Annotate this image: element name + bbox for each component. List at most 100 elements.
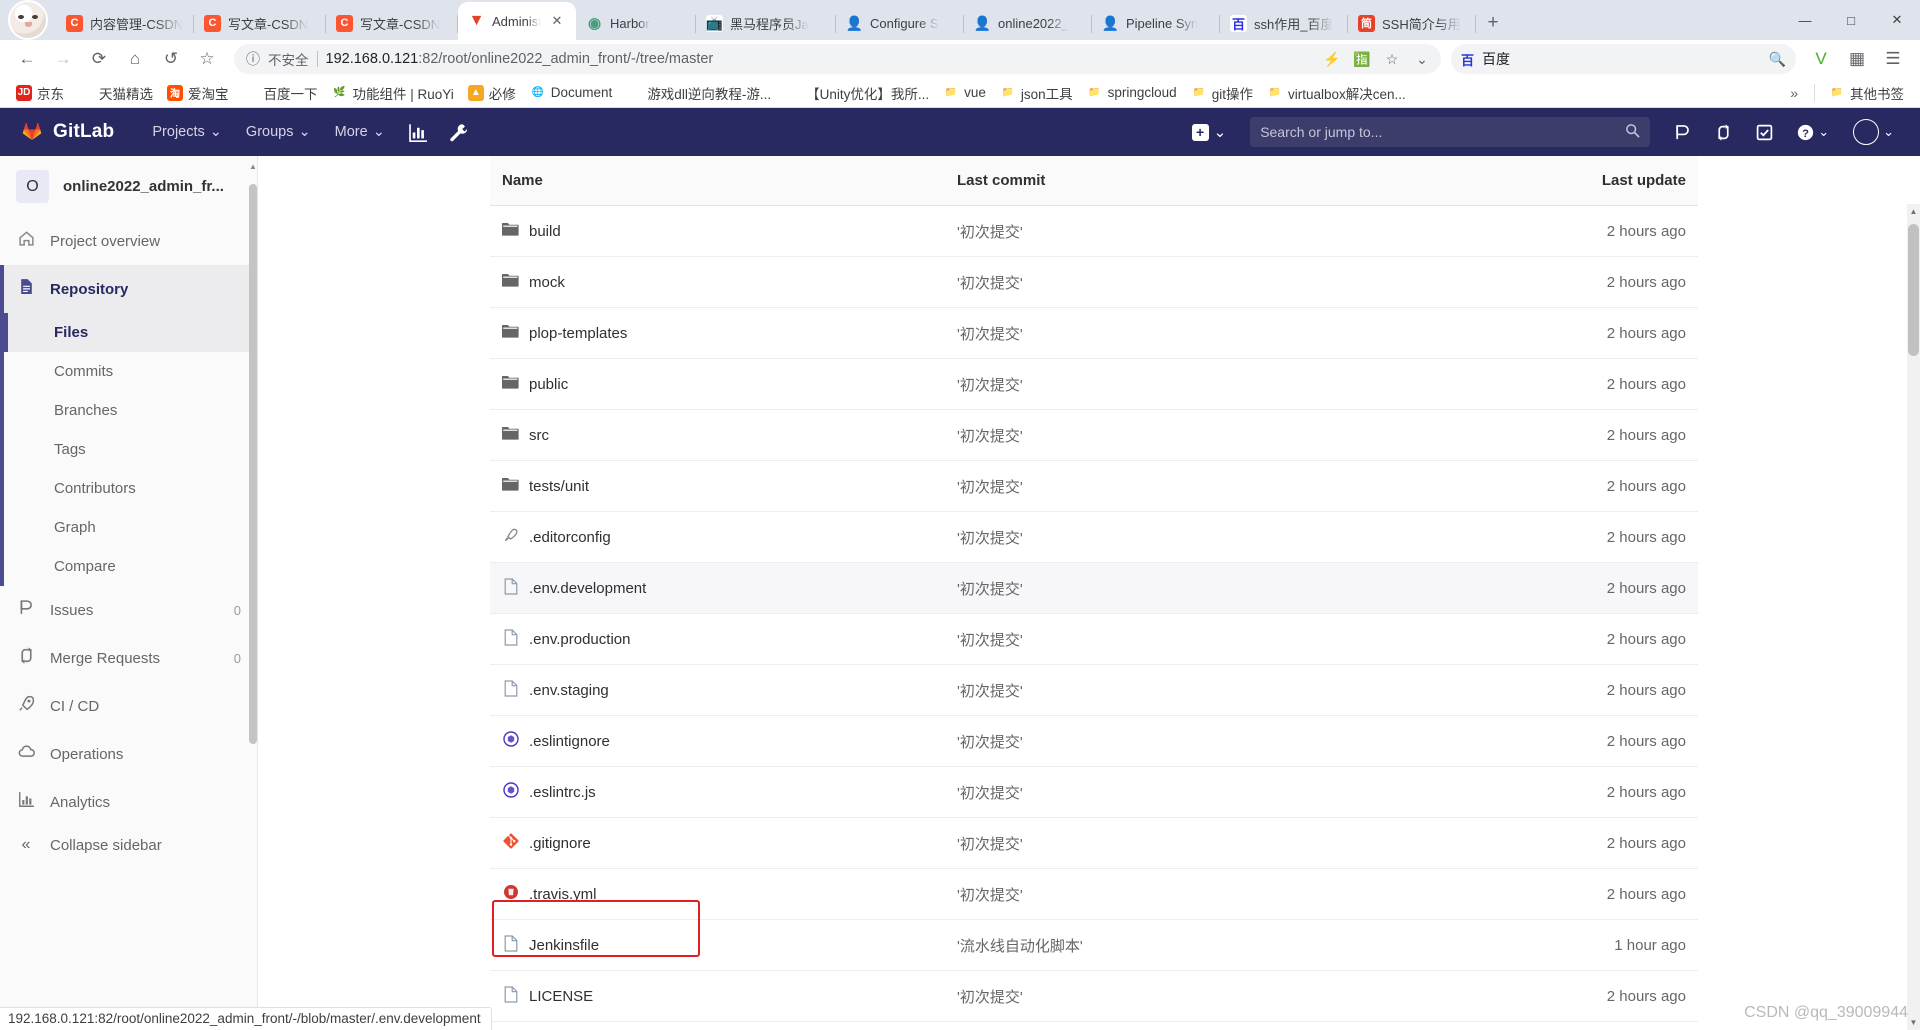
bookmark-item[interactable]: ▲ 必修 — [462, 80, 522, 106]
browser-tab[interactable]: 👤 Pipeline Syn — [1092, 6, 1220, 40]
page-scrollbar[interactable]: ▲ ▼ — [1907, 204, 1920, 1030]
user-menu-button[interactable]: ⌄ — [1841, 108, 1906, 156]
sidebar-item-operations[interactable]: Operations — [0, 730, 257, 778]
analytics-icon[interactable] — [397, 108, 438, 156]
close-window-button[interactable]: ✕ — [1874, 0, 1920, 40]
cell-file-name[interactable]: src — [490, 409, 945, 461]
site-info-icon[interactable]: ⓘ — [246, 49, 260, 69]
bookmark-item[interactable]: & 【Unity优化】我所... — [779, 80, 935, 106]
scroll-up-arrow[interactable]: ▲ — [249, 162, 257, 171]
sidebar-item-tags[interactable]: Tags — [4, 430, 257, 469]
table-row[interactable]: public '初次提交' 2 hours ago — [490, 358, 1698, 410]
sidebar-item-files[interactable]: Files — [4, 313, 257, 352]
back-button[interactable]: ← — [10, 42, 44, 76]
cell-last-commit[interactable]: '初次提交' — [945, 409, 1565, 461]
file-link[interactable]: .env.production — [529, 631, 630, 648]
sidebar-item-commits[interactable]: Commits — [4, 352, 257, 391]
cell-last-commit[interactable]: '初次提交' — [945, 970, 1565, 1022]
cell-file-name[interactable]: .editorconfig — [490, 511, 945, 563]
browser-tab[interactable]: ▼ Administ ✕ — [458, 2, 576, 40]
sidebar-item-compare[interactable]: Compare — [4, 547, 257, 586]
todos-icon[interactable] — [1744, 108, 1785, 156]
bookmark-item[interactable]: 淘爱淘宝 — [161, 80, 235, 106]
cell-last-commit[interactable]: '初次提交' — [945, 613, 1565, 665]
table-row[interactable]: .env.staging '初次提交' 2 hours ago — [490, 664, 1698, 716]
file-link[interactable]: .eslintrc.js — [529, 784, 596, 801]
file-link[interactable]: src — [529, 427, 549, 444]
browser-tab[interactable]: C 写文章-CSDN — [326, 6, 458, 40]
file-link[interactable]: .editorconfig — [529, 529, 611, 546]
browser-tab[interactable]: C 写文章-CSDN — [194, 6, 326, 40]
sidebar-project-header[interactable]: O online2022_admin_fr... — [0, 156, 257, 217]
browser-tab[interactable]: 👤 online2022_ — [964, 6, 1092, 40]
file-link[interactable]: LICENSE — [529, 988, 593, 1005]
address-bar[interactable]: ⓘ 不安全 192.168.0.121:82/root/online2022_a… — [234, 44, 1441, 74]
file-link[interactable]: plop-templates — [529, 325, 627, 342]
chevron-down-icon[interactable]: ⌄ — [1409, 46, 1435, 72]
cell-file-name[interactable]: plop-templates — [490, 307, 945, 359]
scrollbar-thumb[interactable] — [1908, 224, 1919, 356]
wrench-icon[interactable] — [438, 108, 479, 156]
sidebar-scrollbar[interactable]: ▲ — [249, 156, 257, 1030]
bookmark-item[interactable]: JD 京东 — [10, 80, 70, 106]
cell-file-name[interactable]: .gitignore — [490, 817, 945, 869]
file-link[interactable]: .env.development — [529, 580, 646, 597]
file-link[interactable]: .travis.yml — [529, 886, 597, 903]
bookmark-item[interactable]: 📁 springcloud — [1081, 82, 1183, 104]
bookmark-item[interactable]: T 天猫精选 — [72, 80, 159, 106]
browser-tab[interactable]: 👤 Configure S — [836, 6, 964, 40]
table-row[interactable]: .eslintrc.js '初次提交' 2 hours ago — [490, 766, 1698, 818]
browser-tab[interactable]: 简 SSH简介与用 — [1348, 6, 1476, 40]
cell-file-name[interactable]: mock — [490, 256, 945, 308]
table-row[interactable]: src '初次提交' 2 hours ago — [490, 409, 1698, 461]
cell-last-commit[interactable]: '初次提交' — [945, 358, 1565, 410]
reload-button[interactable]: ⟳ — [82, 42, 116, 76]
browser-tab[interactable]: 📺 黑马程序员Ja — [696, 6, 836, 40]
gitlab-logo[interactable]: GitLab — [20, 118, 114, 147]
table-row[interactable]: .travis.yml '初次提交' 2 hours ago — [490, 868, 1698, 920]
cell-file-name[interactable]: build — [490, 205, 945, 257]
sidebar-item-contributors[interactable]: Contributors — [4, 469, 257, 508]
table-row[interactable]: .gitignore '初次提交' 2 hours ago — [490, 817, 1698, 869]
scroll-up-arrow[interactable]: ▲ — [1908, 207, 1919, 216]
cell-file-name[interactable]: Jenkinsfile — [490, 919, 945, 971]
file-link[interactable]: mock — [529, 274, 565, 291]
file-link[interactable]: .gitignore — [529, 835, 591, 852]
bookmark-icon[interactable]: ☆ — [1379, 46, 1405, 72]
sidebar-item-analytics[interactable]: Analytics — [0, 778, 257, 826]
bookmark-item[interactable]: 📁 virtualbox解决cen... — [1261, 80, 1412, 106]
browser-tab[interactable]: 百 ssh作用_百度 — [1220, 6, 1348, 40]
cell-file-name[interactable]: .eslintrc.js — [490, 766, 945, 818]
nav-item-more[interactable]: More ⌄ — [323, 108, 397, 156]
cell-last-commit[interactable]: '流水线自动化脚本' — [945, 919, 1565, 971]
baidu-search-box[interactable]: 百 百度 🔍 — [1451, 44, 1796, 74]
table-row[interactable]: tests/unit '初次提交' 2 hours ago — [490, 460, 1698, 512]
table-row[interactable]: mock '初次提交' 2 hours ago — [490, 256, 1698, 308]
cell-file-name[interactable]: LICENSE — [490, 970, 945, 1022]
sidebar-item-merge-requests[interactable]: Merge Requests 0 — [0, 634, 257, 682]
cell-last-commit[interactable]: '初次提交' — [945, 256, 1565, 308]
file-link[interactable]: build — [529, 223, 561, 240]
forward-button[interactable]: → — [46, 42, 80, 76]
table-row[interactable]: .eslintignore '初次提交' 2 hours ago — [490, 715, 1698, 767]
browser-tab[interactable]: C 内容管理-CSDN — [56, 6, 194, 40]
issues-icon[interactable] — [1662, 108, 1703, 156]
sidebar-item-repository[interactable]: Repository — [0, 265, 257, 313]
sidebar-item-graph[interactable]: Graph — [4, 508, 257, 547]
cell-last-commit[interactable]: '初次提交' — [945, 511, 1565, 563]
bookmark-item[interactable]: 百百度一下 — [237, 80, 324, 106]
cell-last-commit[interactable]: '初次提交' — [945, 460, 1565, 512]
sidebar-item-project-overview[interactable]: Project overview — [0, 217, 257, 265]
cell-file-name[interactable]: .travis.yml — [490, 868, 945, 920]
cell-file-name[interactable]: .env.staging — [490, 664, 945, 716]
nav-item-projects[interactable]: Projects ⌄ — [140, 108, 234, 156]
home-button[interactable]: ⌂ — [118, 42, 152, 76]
file-link[interactable]: tests/unit — [529, 478, 589, 495]
browser-tab[interactable]: ◉ Harbor — [576, 6, 696, 40]
extensions-icon[interactable]: ▦ — [1840, 42, 1874, 76]
sidebar-item-issues[interactable]: Issues 0 — [0, 586, 257, 634]
other-bookmarks-button[interactable]: 📁 其他书签 — [1823, 80, 1910, 106]
bookmarks-overflow-button[interactable]: » — [1782, 83, 1806, 103]
cell-file-name[interactable]: tests/unit — [490, 460, 945, 512]
cell-last-commit[interactable]: '初次提交' — [945, 817, 1565, 869]
